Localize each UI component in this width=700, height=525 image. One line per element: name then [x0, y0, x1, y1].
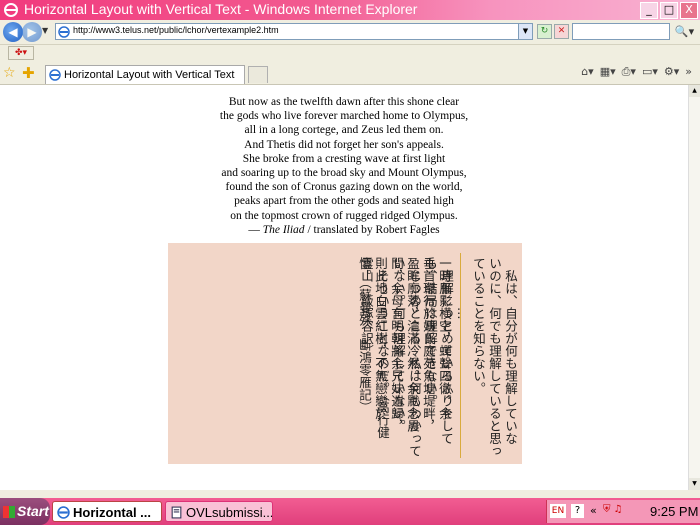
document-icon — [171, 506, 182, 519]
windows-logo-icon — [3, 506, 15, 518]
favorites-star-icon[interactable]: ☆ — [3, 65, 16, 81]
address-url[interactable]: http://www3.telus.net/public/lchor/verte… — [73, 25, 279, 35]
taskbar-item-label: Horizontal ... — [73, 505, 151, 520]
add-favorites-icon[interactable]: ✚ — [22, 64, 35, 82]
vertical-column: 則此地白雲紅樹，不無戀戀於 — [373, 257, 388, 420]
history-dropdown-icon[interactable]: ▼ — [42, 26, 48, 35]
chinese-vertical-text: 一時雁影横空，蟬聲四徹。余 垂首環行於姨氏庭苑魚塘堤畔， 盈眸廓落，淪滿冷然。余… — [174, 257, 452, 432]
poem-line: She broke from a cresting wave at first … — [242, 152, 446, 165]
vertical-text-box: 私は、自分が何も理解していな いのに、何でも理解していると思っ ていることを知ら… — [168, 243, 522, 464]
more-chevron-icon[interactable]: » — [685, 65, 692, 79]
page-icon — [58, 26, 70, 38]
vertical-column: 私は、自分が何も理解していな — [503, 257, 518, 445]
window-title: Horizontal Layout with Vertical Text - W… — [24, 1, 418, 17]
vertical-column: ていることを知らない。 — [471, 257, 486, 395]
system-tray: EN ? « ⛨ ♫ 9:25 PM — [546, 500, 700, 523]
links-icon[interactable]: ✤▾ — [8, 46, 34, 60]
navigation-bar: ◀ ▶ ▼ http://www3.telus.net/public/lchor… — [0, 20, 700, 45]
attribution-translator: / translated by Robert Fagles — [304, 223, 440, 236]
address-actions: ↻ ✕ — [537, 24, 569, 39]
maximize-button[interactable]: □ — [660, 2, 678, 19]
poem-line: and soaring up to the broad sky and Moun… — [221, 167, 467, 180]
vertical-column: 垂首環行於姨氏庭苑魚塘堤畔， — [421, 257, 436, 432]
refresh-icon[interactable]: ↻ — [537, 24, 552, 39]
poem-attribution: — The Iliad / translated by Robert Fagle… — [0, 223, 688, 237]
tray-expand-icon[interactable]: « — [590, 504, 597, 517]
start-label: Start — [17, 503, 49, 519]
poem-line: on the topmost crown of rugged ridged Ol… — [230, 209, 458, 222]
address-bar[interactable]: http://www3.telus.net/public/lchor/verte… — [55, 23, 533, 40]
address-dropdown-icon[interactable]: ▼ — [518, 24, 532, 39]
tab-label: Horizontal Layout with Vertical Text — [64, 69, 235, 81]
attribution-work: The Iliad — [262, 223, 305, 236]
stop-icon[interactable]: ✕ — [554, 24, 569, 39]
poem-line: all in a long cortege, and Zeus led them… — [244, 124, 444, 137]
vertical-scrollbar[interactable]: ▲ ▼ — [688, 85, 700, 490]
help-icon[interactable]: ? — [571, 504, 584, 518]
vertical-column: … — [455, 257, 470, 320]
internet-explorer-icon — [57, 506, 70, 519]
taskbar-item-document[interactable]: OVLsubmissi... — [165, 501, 273, 522]
tab-current-page[interactable]: Horizontal Layout with Vertical Text — [45, 65, 245, 84]
poem-line: the gods who live forever marched home t… — [219, 110, 469, 123]
vertical-column: いのに、何でも理解していると思っ — [487, 257, 502, 457]
iliad-poem: But now as the twelfth dawn after this s… — [0, 95, 688, 237]
internet-explorer-icon — [4, 3, 18, 17]
vertical-column: 盈眸廓落，淪滿冷然。余默念晨 — [405, 257, 420, 432]
page-menu-icon[interactable]: ▭▾ — [642, 65, 658, 79]
back-button[interactable]: ◀ — [3, 22, 23, 42]
taskbar: Start Horizontal ... OVLsubmissi... EN ?… — [0, 498, 700, 525]
poem-line: And Thetis did not forget her son's appe… — [244, 138, 444, 151]
minimize-button[interactable]: _ — [640, 2, 658, 19]
close-button[interactable]: X — [680, 2, 698, 19]
tray-shield-icon[interactable]: ⛨ ♫ — [603, 504, 623, 515]
tab-bar: ☆ ✚ Horizontal Layout with Vertical Text… — [0, 62, 700, 85]
column-divider — [460, 253, 461, 458]
vertical-column: 間，余母言明朝將余兄妹遄歸， — [389, 257, 404, 432]
poem-line: peaks apart from the other gods and seat… — [234, 195, 454, 208]
new-tab-button[interactable] — [248, 66, 268, 83]
search-input[interactable] — [572, 23, 670, 40]
home-icon[interactable]: ⌂▾ — [581, 65, 594, 79]
feeds-icon[interactable]: ▦▾ — [600, 65, 616, 79]
vertical-column: 懷。（蘇曼殊 斷鴻零雁記） — [357, 257, 372, 414]
attribution-dash: — — [248, 223, 263, 236]
clock[interactable]: 9:25 PM — [650, 504, 698, 519]
print-icon[interactable]: ⎙▾ — [622, 65, 636, 79]
start-button[interactable]: Start — [0, 498, 50, 525]
command-bar: ⌂▾ ▦▾ ⎙▾ ▭▾ ⚙▾ » — [581, 65, 692, 79]
language-indicator[interactable]: EN — [550, 504, 566, 518]
links-toolbar: ✤▾ — [0, 45, 700, 62]
search-icon[interactable]: 🔍▾ — [671, 23, 698, 40]
tab-page-icon — [49, 69, 61, 81]
window-controls: _ □ X — [640, 2, 698, 19]
status-bar — [0, 490, 700, 498]
vertical-column: 一時雁影横空，蟬聲四徹。余 — [437, 257, 452, 420]
poem-line: found the son of Cronus gazing down on t… — [225, 181, 463, 194]
tools-gear-icon[interactable]: ⚙▾ — [664, 65, 679, 79]
scroll-up-icon[interactable]: ▲ — [689, 85, 700, 97]
taskbar-item-browser[interactable]: Horizontal ... — [52, 501, 162, 522]
page-content: But now as the twelfth dawn after this s… — [0, 85, 688, 490]
taskbar-item-label: OVLsubmissi... — [186, 505, 273, 520]
scroll-down-icon[interactable]: ▼ — [689, 478, 700, 490]
window-title-bar[interactable]: Horizontal Layout with Vertical Text - W… — [0, 0, 700, 20]
forward-button[interactable]: ▶ — [22, 22, 42, 42]
poem-line: But now as the twelfth dawn after this s… — [228, 96, 460, 108]
